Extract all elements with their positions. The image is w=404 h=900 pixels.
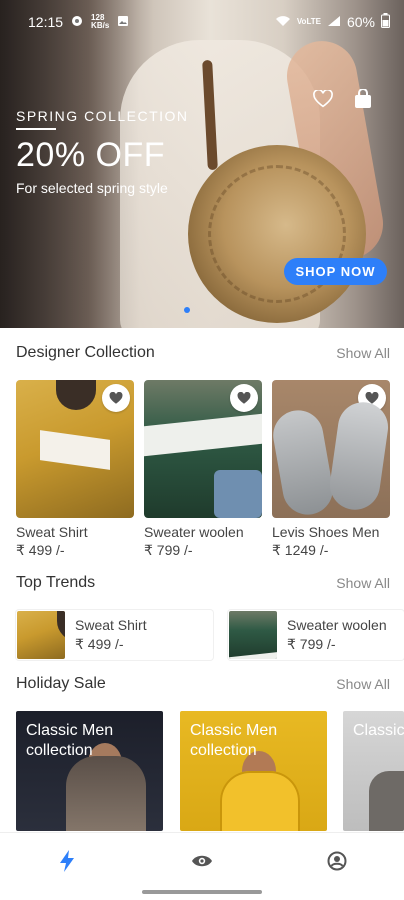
- section-title: Holiday Sale: [16, 675, 106, 692]
- trend-item[interactable]: Sweater woolen ₹ 799 /-: [228, 610, 404, 660]
- product-image: [272, 380, 390, 518]
- product-name: Sweater woolen: [144, 524, 244, 540]
- hero-subtitle: For selected spring style: [16, 180, 168, 196]
- battery-icon: [381, 13, 390, 31]
- model-body: [369, 771, 404, 831]
- network-label: VoLTE: [296, 17, 321, 26]
- hero-image-bag: [188, 145, 366, 323]
- gallery-icon: [117, 14, 129, 30]
- trend-name: Sweater woolen: [287, 617, 387, 633]
- section-title: Designer Collection: [16, 344, 155, 361]
- sale-banner-label: Classic Men collection: [26, 722, 114, 759]
- section-title: Top Trends: [16, 574, 96, 591]
- whatsapp-icon: [71, 14, 83, 30]
- favorite-icon[interactable]: [358, 384, 386, 412]
- eye-icon[interactable]: [182, 849, 222, 873]
- product-card[interactable]: Sweater woolen ₹ 799 /-: [144, 380, 262, 559]
- trend-price: ₹ 799 /-: [287, 636, 336, 652]
- clock: 12:15: [28, 14, 64, 30]
- status-bar: 12:15 128 KB/s VoLTE 60%: [0, 0, 404, 44]
- favorite-icon[interactable]: [230, 384, 258, 412]
- product-price: ₹ 1249 /-: [272, 542, 329, 558]
- hero-text: SPRING COLLECTION 20% OFF For selected s…: [16, 108, 189, 196]
- trend-thumbnail: [17, 611, 65, 659]
- holiday-show-all-link[interactable]: Show All: [336, 676, 390, 692]
- product-card[interactable]: Sweat Shirt ₹ 499 /-: [16, 380, 134, 559]
- product-name: Levis Shoes Men: [272, 524, 380, 540]
- product-image: [16, 380, 134, 518]
- model-body: [66, 756, 146, 831]
- product-price: ₹ 499 /-: [16, 542, 65, 558]
- product-image: [144, 380, 262, 518]
- wifi-icon: [275, 14, 291, 30]
- sale-banner[interactable]: Classic Men collection: [343, 711, 404, 831]
- trend-item[interactable]: Sweat Shirt ₹ 499 /-: [16, 610, 213, 660]
- holiday-header: Holiday Sale Show All: [16, 675, 390, 693]
- trends-show-all-link[interactable]: Show All: [336, 575, 390, 591]
- hero-divider: [16, 128, 56, 130]
- designer-header: Designer Collection Show All: [16, 344, 390, 362]
- data-speed: 128 KB/s: [91, 13, 110, 30]
- hero-banner[interactable]: SPRING COLLECTION 20% OFF For selected s…: [0, 0, 404, 328]
- product-price: ₹ 799 /-: [144, 542, 193, 558]
- designer-show-all-link[interactable]: Show All: [336, 345, 390, 361]
- trend-price: ₹ 499 /-: [75, 636, 124, 652]
- shopping-bag-icon[interactable]: [352, 88, 374, 110]
- sale-banner[interactable]: Classic Men collection: [180, 711, 327, 831]
- sale-banner[interactable]: Classic Men collection: [16, 711, 163, 831]
- favorite-icon[interactable]: [102, 384, 130, 412]
- product-name: Sweat Shirt: [16, 524, 88, 540]
- heart-outline-icon[interactable]: [312, 88, 334, 110]
- shop-now-button[interactable]: SHOP NOW: [284, 258, 387, 285]
- product-card[interactable]: Levis Shoes Men ₹ 1249 /-: [272, 380, 390, 559]
- lightning-icon[interactable]: [47, 849, 87, 873]
- sale-banner-label: Classic Men collection: [353, 722, 404, 739]
- hero-eyebrow: SPRING COLLECTION: [16, 108, 189, 124]
- trend-thumbnail: [229, 611, 277, 659]
- profile-icon[interactable]: [317, 849, 357, 873]
- model-body: [220, 771, 300, 831]
- hero-actions: [312, 88, 374, 110]
- carousel-indicator[interactable]: [184, 307, 190, 313]
- signal-icon: [327, 14, 341, 30]
- sale-banner-label: Classic Men collection: [190, 722, 278, 759]
- battery-percent: 60%: [346, 14, 375, 30]
- home-indicator[interactable]: [142, 890, 262, 894]
- hero-title: 20% OFF: [16, 136, 165, 174]
- trend-name: Sweat Shirt: [75, 617, 147, 633]
- trends-header: Top Trends Show All: [16, 574, 390, 592]
